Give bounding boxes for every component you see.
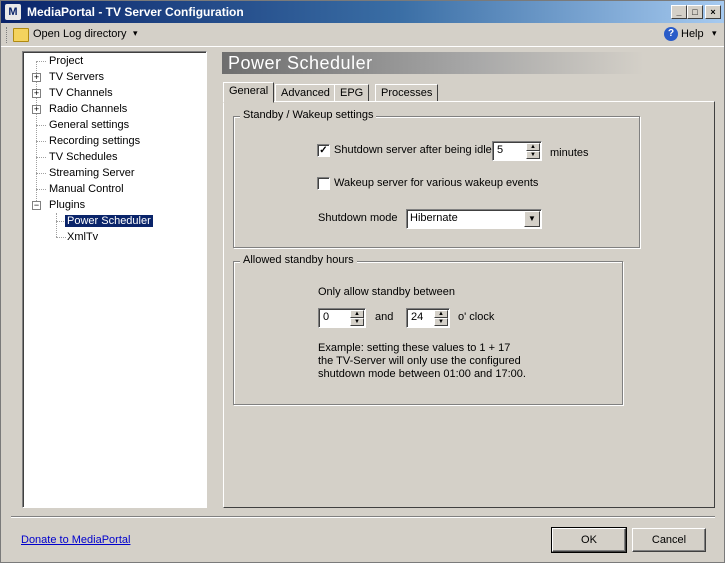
tree-item-xmltv[interactable]: XmlTv [65,229,100,245]
example-text-line1: Example: setting these values to 1 + 17 [318,342,511,354]
expand-icon[interactable]: + [32,73,41,82]
group-title: Standby / Wakeup settings [240,109,377,121]
help-dropdown-icon[interactable]: ▾ [712,28,717,39]
help-icon[interactable]: ? [664,27,678,41]
to-hour-stepper[interactable]: 24 ▲ ▼ [406,308,450,328]
stepper-buttons: ▲ ▼ [350,310,364,326]
tree-item-plugins[interactable]: Plugins [47,197,87,213]
tree-item-radio-channels[interactable]: Radio Channels [47,101,129,117]
expand-icon[interactable]: + [32,105,41,114]
tree-connector [36,61,46,62]
stepper-down-icon[interactable]: ▼ [434,318,448,326]
from-hour-value: 0 [323,311,330,323]
expand-icon[interactable]: + [32,89,41,98]
tab-panel-general: Standby / Wakeup settings ✓ Shutdown ser… [223,101,715,508]
allowed-standby-hours-group: Allowed standby hours Only allow standby… [233,254,623,405]
folder-icon[interactable] [13,28,29,42]
donate-link[interactable]: Donate to MediaPortal [21,534,130,546]
idle-minutes-value: 5 [497,144,504,156]
shutdown-mode-label: Shutdown mode [318,212,398,224]
tree-item-power-scheduler[interactable]: Power Scheduler [64,213,154,229]
example-text-line2: the TV-Server will only use the configur… [318,355,521,367]
ok-button[interactable]: OK [551,527,627,553]
stepper-buttons: ▲ ▼ [434,310,448,326]
cancel-button[interactable]: Cancel [632,528,706,552]
dropdown-arrow-icon[interactable]: ▼ [524,211,540,227]
standby-wakeup-group: Standby / Wakeup settings ✓ Shutdown ser… [233,109,640,248]
open-log-directory-button[interactable]: Open Log directory [33,28,127,40]
tree-item-recording-settings[interactable]: Recording settings [47,133,142,149]
shutdown-idle-checkbox[interactable]: ✓ [317,144,330,157]
help-button[interactable]: Help [681,28,704,40]
tree-item-general-settings[interactable]: General settings [47,117,131,133]
oclock-label: o' clock [458,311,495,323]
stepper-down-icon[interactable]: ▼ [350,318,364,326]
tree-item-project[interactable]: Project [47,53,85,69]
app-icon: M [5,4,21,20]
idle-minutes-stepper[interactable]: 5 ▲ ▼ [492,141,542,161]
toolbar: Open Log directory ▾ ? Help ▾ [1,24,724,47]
to-hour-value: 24 [411,311,424,323]
close-button[interactable]: × [705,5,721,19]
title-bar[interactable]: M MediaPortal - TV Server Configuration … [1,1,724,23]
page-title: Power Scheduler [222,52,644,74]
shutdown-mode-value: Hibernate [410,212,458,224]
collapse-icon[interactable]: − [32,201,41,210]
from-hour-stepper[interactable]: 0 ▲ ▼ [318,308,366,328]
standby-between-label: Only allow standby between [318,286,455,298]
tree-item-manual-control[interactable]: Manual Control [47,181,126,197]
tree-connector [36,157,46,158]
footer-divider [11,516,715,518]
wakeup-label: Wakeup server for various wakeup events [334,177,539,189]
stepper-up-icon[interactable]: ▲ [350,310,364,318]
tab-general[interactable]: General [223,82,275,103]
tree-item-streaming-server[interactable]: Streaming Server [47,165,137,181]
and-label: and [375,311,394,323]
minimize-button[interactable]: _ [671,5,687,19]
tree-item-tv-channels[interactable]: TV Channels [47,85,115,101]
tree-connector [36,173,46,174]
tree-connector [36,125,46,126]
shutdown-mode-select[interactable]: Hibernate ▼ [406,209,542,229]
group-title: Allowed standby hours [240,254,357,266]
main-window: M MediaPortal - TV Server Configuration … [0,0,725,563]
chevron-down-icon[interactable]: ▾ [133,28,138,39]
tree-connector [36,141,46,142]
maximize-button[interactable]: □ [687,5,703,19]
stepper-up-icon[interactable]: ▲ [526,143,540,151]
stepper-down-icon[interactable]: ▼ [526,151,540,159]
minutes-label: minutes [550,147,589,159]
stepper-buttons: ▲ ▼ [526,143,540,159]
tree-item-tv-schedules[interactable]: TV Schedules [47,149,119,165]
shutdown-idle-label: Shutdown server after being idle [334,144,492,156]
navigation-tree[interactable]: Project + TV Servers + TV Channels + Rad… [22,51,207,508]
stepper-up-icon[interactable]: ▲ [434,310,448,318]
toolbar-grip[interactable] [6,27,10,43]
wakeup-checkbox[interactable] [317,177,330,190]
example-text-line3: shutdown mode between 01:00 and 17:00. [318,368,526,380]
tree-connector [36,189,46,190]
tree-connector [36,61,37,205]
window-title: MediaPortal - TV Server Configuration [27,5,244,19]
tree-item-tv-servers[interactable]: TV Servers [47,69,106,85]
tree-connector [56,213,57,237]
